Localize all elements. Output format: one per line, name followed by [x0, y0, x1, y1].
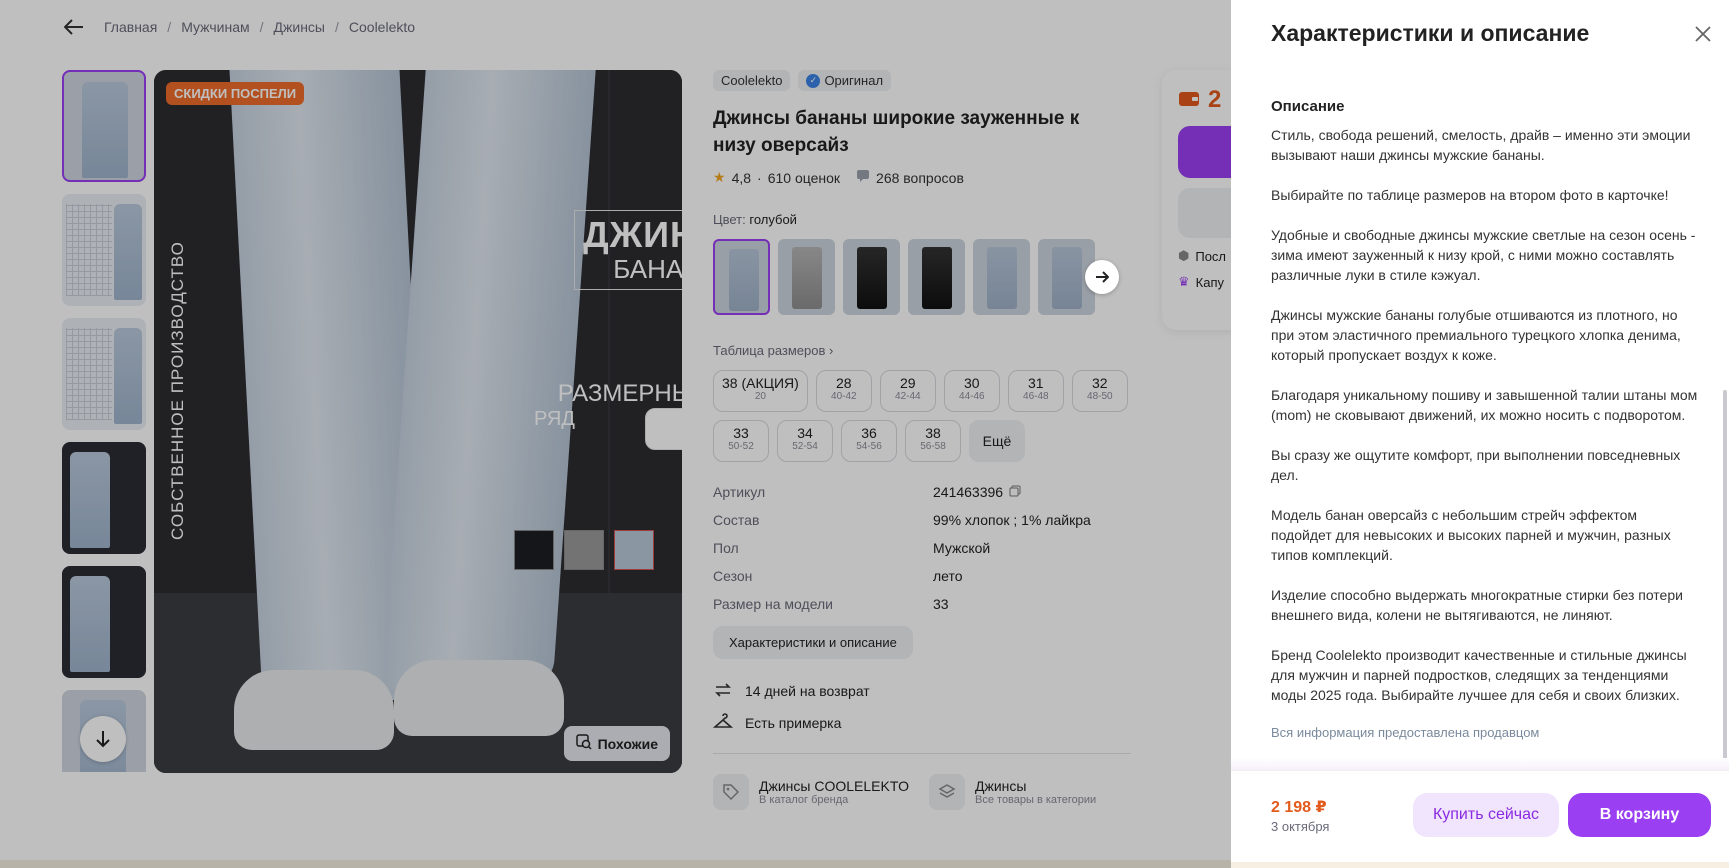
description-paragraph: Благодаря уникальному пошиву и завышенно…: [1271, 387, 1698, 423]
description-paragraph: Изделие способно выдержать многократные …: [1271, 587, 1683, 623]
description-paragraph: Джинсы мужские бананы голубые отшиваются…: [1271, 307, 1681, 363]
panel-price: 2 198 ₽: [1271, 799, 1327, 816]
panel-purchase-bar: 2 198 ₽ 3 октября Купить сейчас В корзин…: [1231, 770, 1729, 862]
buy-now-button[interactable]: Купить сейчас: [1413, 793, 1559, 837]
seller-note: Вся информация предоставлена продавцом: [1271, 725, 1540, 740]
panel-title: Характеристики и описание: [1271, 20, 1590, 46]
panel-fade: [1231, 758, 1729, 770]
description-paragraph: Бренд Coolelekto производит качественные…: [1271, 647, 1687, 703]
description-paragraph: Выбирайте по таблице размеров на втором …: [1271, 187, 1669, 203]
description-paragraph: Стиль, свобода решений, смелость, драйв …: [1271, 127, 1691, 163]
panel-scroll-area[interactable]: Описание Стиль, свобода решений, смелост…: [1271, 62, 1701, 764]
delivery-date: 3 октября: [1271, 819, 1330, 834]
description-paragraph: Модель банан оверсайз с небольшим стрейч…: [1271, 507, 1671, 563]
modal-backdrop[interactable]: [0, 0, 1231, 868]
arrow-right-icon[interactable]: [1085, 260, 1119, 294]
description-heading: Описание: [1271, 98, 1345, 115]
close-icon[interactable]: [1691, 22, 1715, 46]
add-to-cart-button[interactable]: В корзину: [1568, 793, 1711, 837]
description-paragraph: Вы сразу же ощутите комфорт, при выполне…: [1271, 447, 1681, 483]
characteristics-panel: Характеристики и описание Описание Стиль…: [1231, 0, 1729, 862]
panel-scrollbar[interactable]: [1723, 390, 1727, 768]
description-text: Стиль, свобода решений, смелость, драйв …: [1271, 125, 1701, 705]
description-paragraph: Удобные и свободные джинсы мужские светл…: [1271, 227, 1696, 283]
